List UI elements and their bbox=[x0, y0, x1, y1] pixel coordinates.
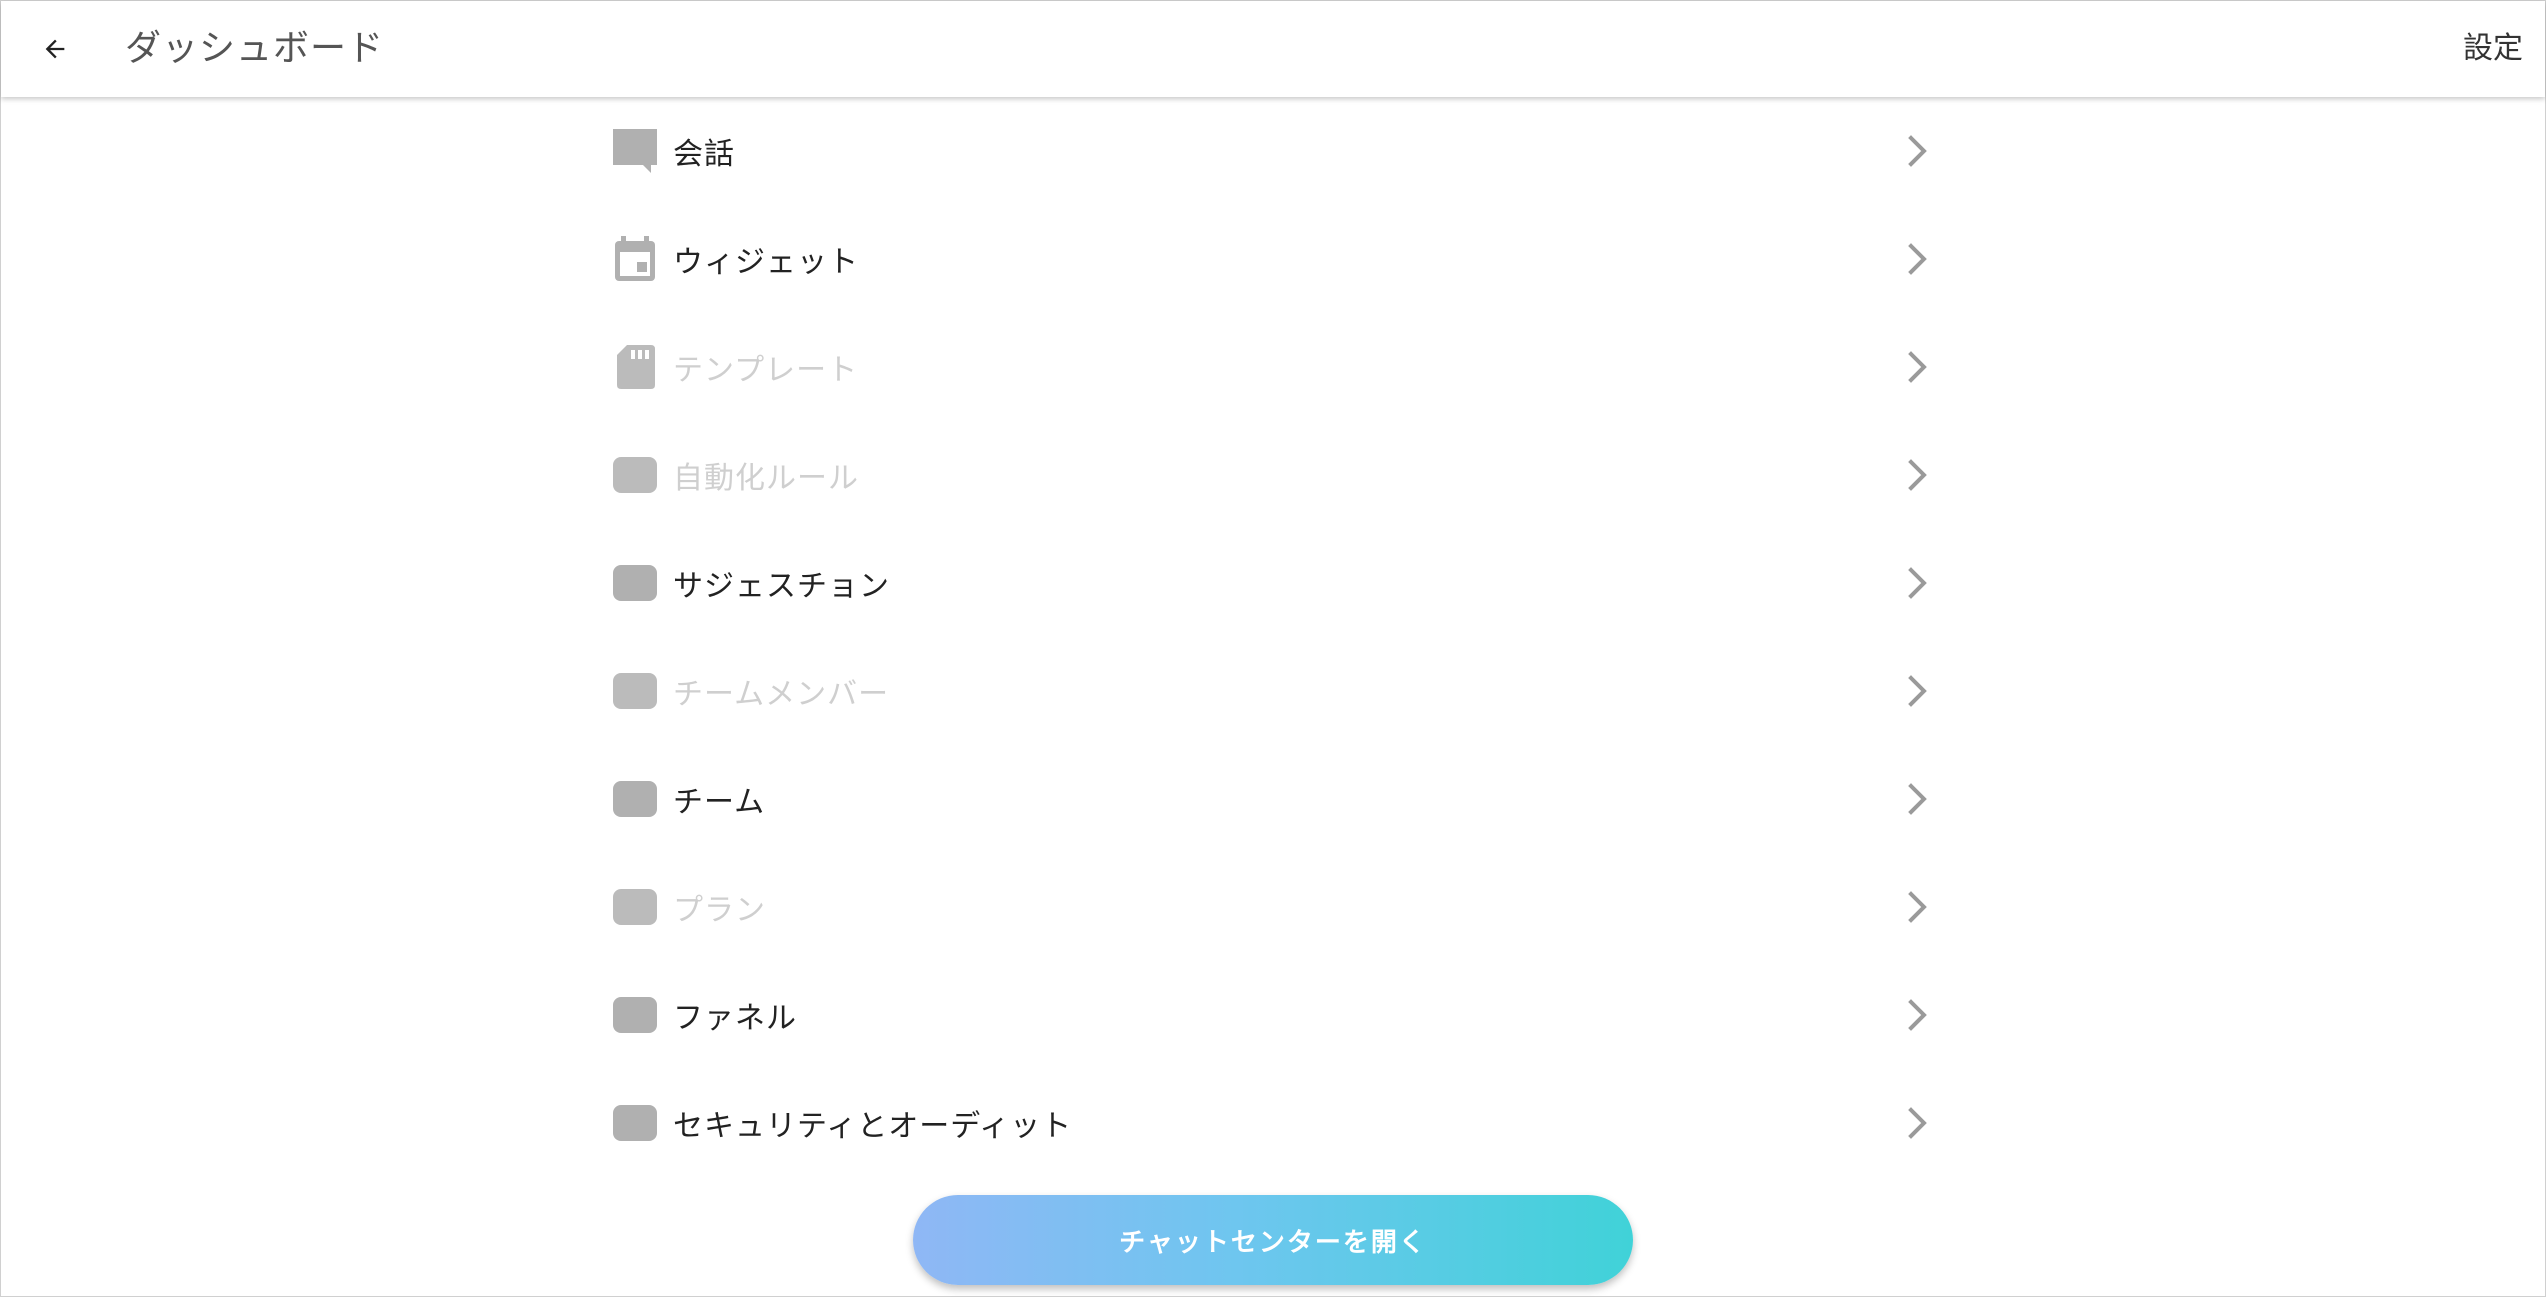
menu-item-label: サジェスチョン bbox=[673, 569, 890, 604]
menu-item-templates[interactable]: テンプレート bbox=[599, 313, 1939, 421]
placeholder-icon bbox=[611, 1099, 659, 1147]
sd-card-icon bbox=[611, 343, 659, 391]
settings-link[interactable]: 設定 bbox=[2463, 23, 2523, 75]
menu-item-suggestions[interactable]: サジェスチョン bbox=[599, 529, 1939, 637]
menu-item-automation-rules[interactable]: 自動化ルール bbox=[599, 421, 1939, 529]
calendar-icon bbox=[611, 235, 659, 283]
placeholder-icon bbox=[611, 775, 659, 823]
menu-item-team[interactable]: チーム bbox=[599, 745, 1939, 853]
menu-item-label: チームメンバー bbox=[673, 677, 890, 712]
menu-item-label: セキュリティとオーディット bbox=[673, 1109, 1073, 1144]
menu-item-label: プラン bbox=[673, 893, 766, 928]
menu-item-plan[interactable]: プラン bbox=[599, 853, 1939, 961]
open-chat-center-button[interactable]: チャットセンターを開く bbox=[913, 1195, 1633, 1285]
menu-item-conversations[interactable]: 会話 bbox=[599, 97, 1939, 205]
menu-item-label: ウィジェット bbox=[673, 245, 859, 280]
app-window: ダッシュボード 設定 会話 ウィジェット テンプレート 自動化ルール サジェスチ… bbox=[0, 0, 2546, 1297]
menu-item-security-audit[interactable]: セキュリティとオーディット bbox=[599, 1069, 1939, 1177]
placeholder-icon bbox=[611, 451, 659, 499]
menu-item-label: チーム bbox=[673, 785, 766, 820]
placeholder-icon bbox=[611, 883, 659, 931]
chevron-right-icon bbox=[1905, 565, 1931, 601]
chevron-right-icon bbox=[1905, 241, 1931, 277]
menu-item-widget[interactable]: ウィジェット bbox=[599, 205, 1939, 313]
menu-item-team-members[interactable]: チームメンバー bbox=[599, 637, 1939, 745]
menu-item-label: 自動化ルール bbox=[673, 461, 859, 496]
menu-item-label: テンプレート bbox=[673, 353, 859, 388]
page-title: ダッシュボード bbox=[125, 28, 385, 69]
placeholder-icon bbox=[611, 559, 659, 607]
menu-item-label: ファネル bbox=[673, 1001, 797, 1036]
placeholder-icon bbox=[611, 667, 659, 715]
chevron-right-icon bbox=[1905, 889, 1931, 925]
placeholder-icon bbox=[611, 991, 659, 1039]
arrow-left-icon bbox=[45, 39, 65, 59]
back-button[interactable] bbox=[29, 23, 81, 75]
top-app-bar: ダッシュボード 設定 bbox=[1, 1, 2545, 97]
chevron-right-icon bbox=[1905, 349, 1931, 385]
chevron-right-icon bbox=[1905, 781, 1931, 817]
chevron-right-icon bbox=[1905, 133, 1931, 169]
menu-item-label: 会話 bbox=[673, 137, 735, 172]
chat-bubble-icon bbox=[611, 127, 659, 175]
menu-list: 会話 ウィジェット テンプレート 自動化ルール サジェスチョン チームメンバー … bbox=[599, 97, 1939, 1177]
menu-item-funnel[interactable]: ファネル bbox=[599, 961, 1939, 1069]
chevron-right-icon bbox=[1905, 1105, 1931, 1141]
chevron-right-icon bbox=[1905, 997, 1931, 1033]
chevron-right-icon bbox=[1905, 457, 1931, 493]
chevron-right-icon bbox=[1905, 673, 1931, 709]
